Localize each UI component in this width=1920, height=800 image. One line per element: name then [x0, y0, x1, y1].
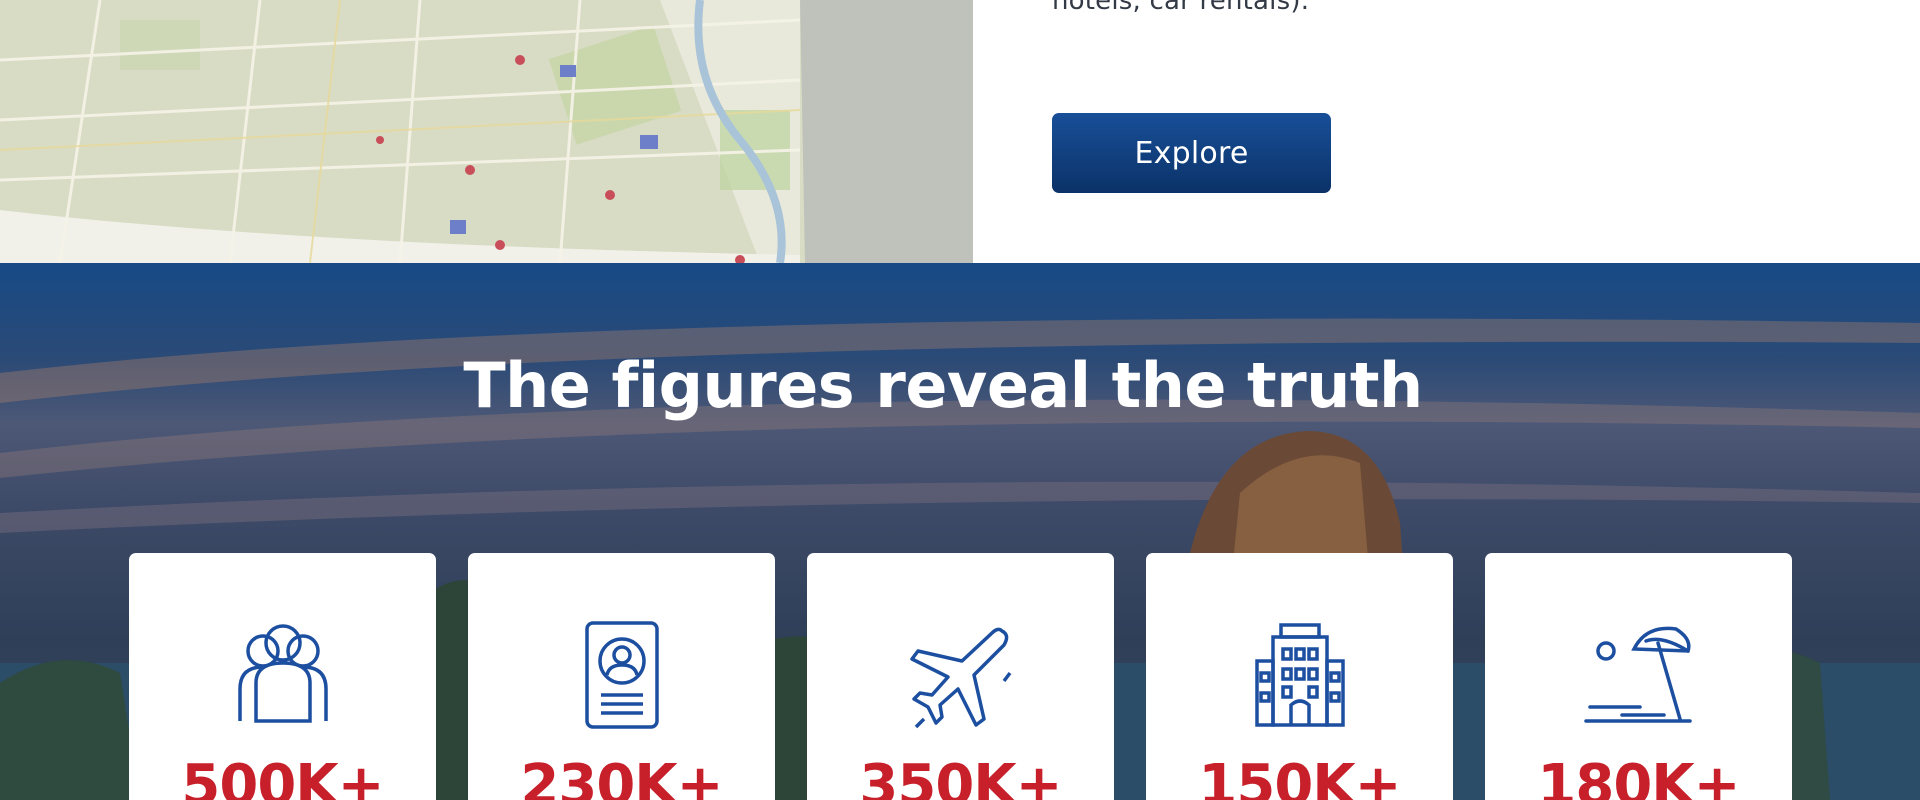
stat-value: 500K+	[181, 753, 384, 800]
explore-button[interactable]: Explore	[1052, 113, 1331, 193]
stat-value: 350K+	[859, 753, 1062, 800]
stat-value: 180K+	[1537, 753, 1740, 800]
map-photo	[0, 0, 973, 263]
stat-card-travellers: 500K+	[129, 553, 436, 800]
stats-title: The figures reveal the truth	[463, 349, 1423, 422]
id-card-icon	[468, 621, 775, 731]
beach-umbrella-icon	[1485, 621, 1792, 731]
people-group-icon	[129, 621, 436, 731]
stat-card-hotels: 150K+	[1146, 553, 1453, 800]
intro-section: hotels, car rentals). Explore	[0, 0, 1920, 263]
stat-value: 150K+	[1198, 753, 1401, 800]
stat-card-flights: 350K+	[807, 553, 1114, 800]
stats-section: The figures reveal the truth 500K+ 230K+…	[0, 263, 1920, 800]
hotel-building-icon	[1146, 621, 1453, 731]
intro-text-fragment: hotels, car rentals).	[1052, 0, 1310, 16]
stat-card-passports: 230K+	[468, 553, 775, 800]
airplane-icon	[807, 621, 1114, 731]
stat-card-holidays: 180K+	[1485, 553, 1792, 800]
stat-value: 230K+	[520, 753, 723, 800]
